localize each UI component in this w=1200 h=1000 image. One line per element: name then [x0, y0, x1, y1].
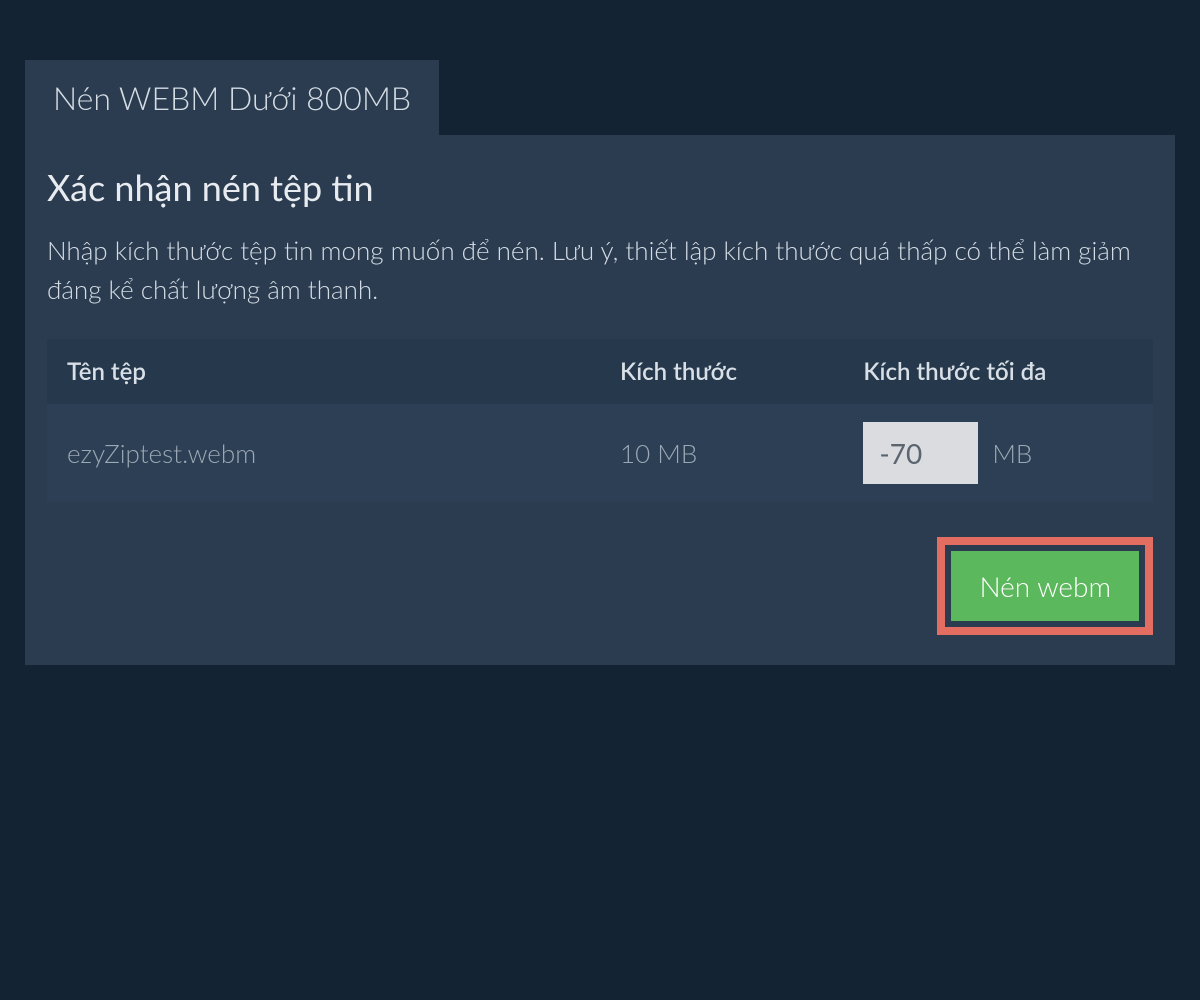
main-panel: Xác nhận nén tệp tin Nhập kích thước tệp… — [25, 135, 1175, 665]
tab-compress-webm[interactable]: Nén WEBM Dưới 800MB — [25, 60, 439, 135]
column-filename: Tên tệp — [47, 339, 600, 404]
size-unit-label: MB — [992, 437, 1032, 469]
column-max-size: Kích thước tối đa — [843, 339, 1153, 404]
cell-filename: ezyZiptest.webm — [47, 404, 600, 502]
panel-title: Xác nhận nén tệp tin — [47, 165, 1153, 209]
max-size-input[interactable] — [863, 422, 978, 484]
table-row: ezyZiptest.webm 10 MB MB — [47, 404, 1153, 502]
cell-size: 10 MB — [600, 404, 843, 502]
highlight-border: Nén webm — [937, 537, 1153, 635]
files-table: Tên tệp Kích thước Kích thước tối đa ezy… — [47, 339, 1153, 502]
panel-description: Nhập kích thước tệp tin mong muốn để nén… — [47, 231, 1153, 309]
compress-button[interactable]: Nén webm — [951, 551, 1139, 621]
button-row: Nén webm — [47, 537, 1153, 635]
cell-max-size: MB — [843, 404, 1153, 502]
column-size: Kích thước — [600, 339, 843, 404]
table-header-row: Tên tệp Kích thước Kích thước tối đa — [47, 339, 1153, 404]
